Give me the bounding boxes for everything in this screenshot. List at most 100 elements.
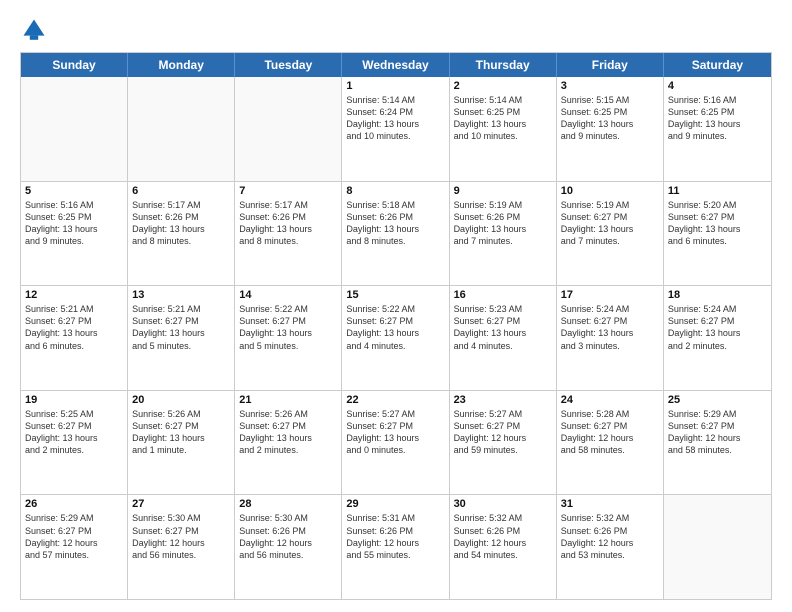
day-number: 12	[25, 289, 123, 301]
weekday-header-tuesday: Tuesday	[235, 53, 342, 77]
day-detail: Sunrise: 5:16 AM Sunset: 6:25 PM Dayligh…	[668, 94, 767, 143]
day-number: 13	[132, 289, 230, 301]
day-number: 21	[239, 394, 337, 406]
table-row: 9 Sunrise: 5:19 AM Sunset: 6:26 PM Daylig…	[450, 182, 557, 286]
header	[20, 16, 772, 44]
calendar-header: SundayMondayTuesdayWednesdayThursdayFrid…	[21, 53, 771, 77]
day-number: 20	[132, 394, 230, 406]
day-detail: Sunrise: 5:14 AM Sunset: 6:24 PM Dayligh…	[346, 94, 444, 143]
day-detail: Sunrise: 5:24 AM Sunset: 6:27 PM Dayligh…	[668, 303, 767, 352]
day-detail: Sunrise: 5:18 AM Sunset: 6:26 PM Dayligh…	[346, 199, 444, 248]
day-number: 8	[346, 185, 444, 197]
day-detail: Sunrise: 5:14 AM Sunset: 6:25 PM Dayligh…	[454, 94, 552, 143]
calendar-week-3: 12 Sunrise: 5:21 AM Sunset: 6:27 PM Dayli…	[21, 286, 771, 391]
day-detail: Sunrise: 5:30 AM Sunset: 6:26 PM Dayligh…	[239, 512, 337, 561]
day-number: 4	[668, 80, 767, 92]
day-detail: Sunrise: 5:31 AM Sunset: 6:26 PM Dayligh…	[346, 512, 444, 561]
table-row: 2 Sunrise: 5:14 AM Sunset: 6:25 PM Daylig…	[450, 77, 557, 181]
calendar-body: 1Sunrise: 5:14 AM Sunset: 6:24 PM Daylig…	[21, 77, 771, 599]
table-row: 12 Sunrise: 5:21 AM Sunset: 6:27 PM Dayli…	[21, 286, 128, 390]
day-detail: Sunrise: 5:16 AM Sunset: 6:25 PM Dayligh…	[25, 199, 123, 248]
table-row: 29 Sunrise: 5:31 AM Sunset: 6:26 PM Dayli…	[342, 495, 449, 599]
day-number: 16	[454, 289, 552, 301]
table-row	[128, 77, 235, 181]
day-detail: Sunrise: 5:26 AM Sunset: 6:27 PM Dayligh…	[132, 408, 230, 457]
table-row: 30 Sunrise: 5:32 AM Sunset: 6:26 PM Dayli…	[450, 495, 557, 599]
table-row: 7Sunrise: 5:17 AM Sunset: 6:26 PM Daylig…	[235, 182, 342, 286]
table-row: 16 Sunrise: 5:23 AM Sunset: 6:27 PM Dayli…	[450, 286, 557, 390]
day-detail: Sunrise: 5:29 AM Sunset: 6:27 PM Dayligh…	[25, 512, 123, 561]
table-row: 6 Sunrise: 5:17 AM Sunset: 6:26 PM Daylig…	[128, 182, 235, 286]
day-number: 10	[561, 185, 659, 197]
table-row: 25Sunrise: 5:29 AM Sunset: 6:27 PM Dayli…	[664, 391, 771, 495]
day-number: 29	[346, 498, 444, 510]
day-number: 30	[454, 498, 552, 510]
weekday-header-monday: Monday	[128, 53, 235, 77]
day-number: 23	[454, 394, 552, 406]
table-row: 15 Sunrise: 5:22 AM Sunset: 6:27 PM Dayli…	[342, 286, 449, 390]
table-row: 8 Sunrise: 5:18 AM Sunset: 6:26 PM Daylig…	[342, 182, 449, 286]
weekday-header-sunday: Sunday	[21, 53, 128, 77]
day-detail: Sunrise: 5:23 AM Sunset: 6:27 PM Dayligh…	[454, 303, 552, 352]
calendar-week-5: 26 Sunrise: 5:29 AM Sunset: 6:27 PM Dayli…	[21, 495, 771, 599]
calendar-week-2: 5 Sunrise: 5:16 AM Sunset: 6:25 PM Daylig…	[21, 182, 771, 287]
day-number: 15	[346, 289, 444, 301]
table-row: 19 Sunrise: 5:25 AM Sunset: 6:27 PM Dayli…	[21, 391, 128, 495]
day-number: 27	[132, 498, 230, 510]
day-number: 5	[25, 185, 123, 197]
table-row	[21, 77, 128, 181]
table-row: 23 Sunrise: 5:27 AM Sunset: 6:27 PM Dayli…	[450, 391, 557, 495]
day-number: 25	[668, 394, 767, 406]
weekday-header-wednesday: Wednesday	[342, 53, 449, 77]
table-row: 4 Sunrise: 5:16 AM Sunset: 6:25 PM Daylig…	[664, 77, 771, 181]
day-detail: Sunrise: 5:25 AM Sunset: 6:27 PM Dayligh…	[25, 408, 123, 457]
table-row: 24 Sunrise: 5:28 AM Sunset: 6:27 PM Dayli…	[557, 391, 664, 495]
day-detail: Sunrise: 5:27 AM Sunset: 6:27 PM Dayligh…	[454, 408, 552, 457]
table-row: 21 Sunrise: 5:26 AM Sunset: 6:27 PM Dayli…	[235, 391, 342, 495]
table-row: 28Sunrise: 5:30 AM Sunset: 6:26 PM Dayli…	[235, 495, 342, 599]
day-detail: Sunrise: 5:28 AM Sunset: 6:27 PM Dayligh…	[561, 408, 659, 457]
day-number: 11	[668, 185, 767, 197]
day-detail: Sunrise: 5:21 AM Sunset: 6:27 PM Dayligh…	[132, 303, 230, 352]
day-detail: Sunrise: 5:30 AM Sunset: 6:27 PM Dayligh…	[132, 512, 230, 561]
table-row	[235, 77, 342, 181]
table-row: 27 Sunrise: 5:30 AM Sunset: 6:27 PM Dayli…	[128, 495, 235, 599]
weekday-header-saturday: Saturday	[664, 53, 771, 77]
day-number: 26	[25, 498, 123, 510]
table-row: 20 Sunrise: 5:26 AM Sunset: 6:27 PM Dayli…	[128, 391, 235, 495]
logo	[20, 16, 52, 44]
logo-icon	[20, 16, 48, 44]
table-row: 18Sunrise: 5:24 AM Sunset: 6:27 PM Dayli…	[664, 286, 771, 390]
day-detail: Sunrise: 5:32 AM Sunset: 6:26 PM Dayligh…	[561, 512, 659, 561]
table-row: 10 Sunrise: 5:19 AM Sunset: 6:27 PM Dayli…	[557, 182, 664, 286]
day-detail: Sunrise: 5:32 AM Sunset: 6:26 PM Dayligh…	[454, 512, 552, 561]
day-detail: Sunrise: 5:22 AM Sunset: 6:27 PM Dayligh…	[346, 303, 444, 352]
day-number: 19	[25, 394, 123, 406]
day-detail: Sunrise: 5:20 AM Sunset: 6:27 PM Dayligh…	[668, 199, 767, 248]
day-number: 2	[454, 80, 552, 92]
table-row: 26 Sunrise: 5:29 AM Sunset: 6:27 PM Dayli…	[21, 495, 128, 599]
day-detail: Sunrise: 5:24 AM Sunset: 6:27 PM Dayligh…	[561, 303, 659, 352]
day-detail: Sunrise: 5:27 AM Sunset: 6:27 PM Dayligh…	[346, 408, 444, 457]
table-row: 22Sunrise: 5:27 AM Sunset: 6:27 PM Dayli…	[342, 391, 449, 495]
day-detail: Sunrise: 5:17 AM Sunset: 6:26 PM Dayligh…	[132, 199, 230, 248]
table-row: 5 Sunrise: 5:16 AM Sunset: 6:25 PM Daylig…	[21, 182, 128, 286]
day-number: 9	[454, 185, 552, 197]
table-row: 31 Sunrise: 5:32 AM Sunset: 6:26 PM Dayli…	[557, 495, 664, 599]
day-detail: Sunrise: 5:19 AM Sunset: 6:27 PM Dayligh…	[561, 199, 659, 248]
day-number: 31	[561, 498, 659, 510]
day-number: 24	[561, 394, 659, 406]
day-detail: Sunrise: 5:17 AM Sunset: 6:26 PM Dayligh…	[239, 199, 337, 248]
calendar-week-4: 19 Sunrise: 5:25 AM Sunset: 6:27 PM Dayli…	[21, 391, 771, 496]
table-row: 1Sunrise: 5:14 AM Sunset: 6:24 PM Daylig…	[342, 77, 449, 181]
day-detail: Sunrise: 5:19 AM Sunset: 6:26 PM Dayligh…	[454, 199, 552, 248]
table-row: 14 Sunrise: 5:22 AM Sunset: 6:27 PM Dayli…	[235, 286, 342, 390]
day-detail: Sunrise: 5:26 AM Sunset: 6:27 PM Dayligh…	[239, 408, 337, 457]
day-detail: Sunrise: 5:21 AM Sunset: 6:27 PM Dayligh…	[25, 303, 123, 352]
page: SundayMondayTuesdayWednesdayThursdayFrid…	[0, 0, 792, 612]
day-detail: Sunrise: 5:22 AM Sunset: 6:27 PM Dayligh…	[239, 303, 337, 352]
day-number: 6	[132, 185, 230, 197]
day-number: 3	[561, 80, 659, 92]
day-number: 14	[239, 289, 337, 301]
calendar: SundayMondayTuesdayWednesdayThursdayFrid…	[20, 52, 772, 600]
